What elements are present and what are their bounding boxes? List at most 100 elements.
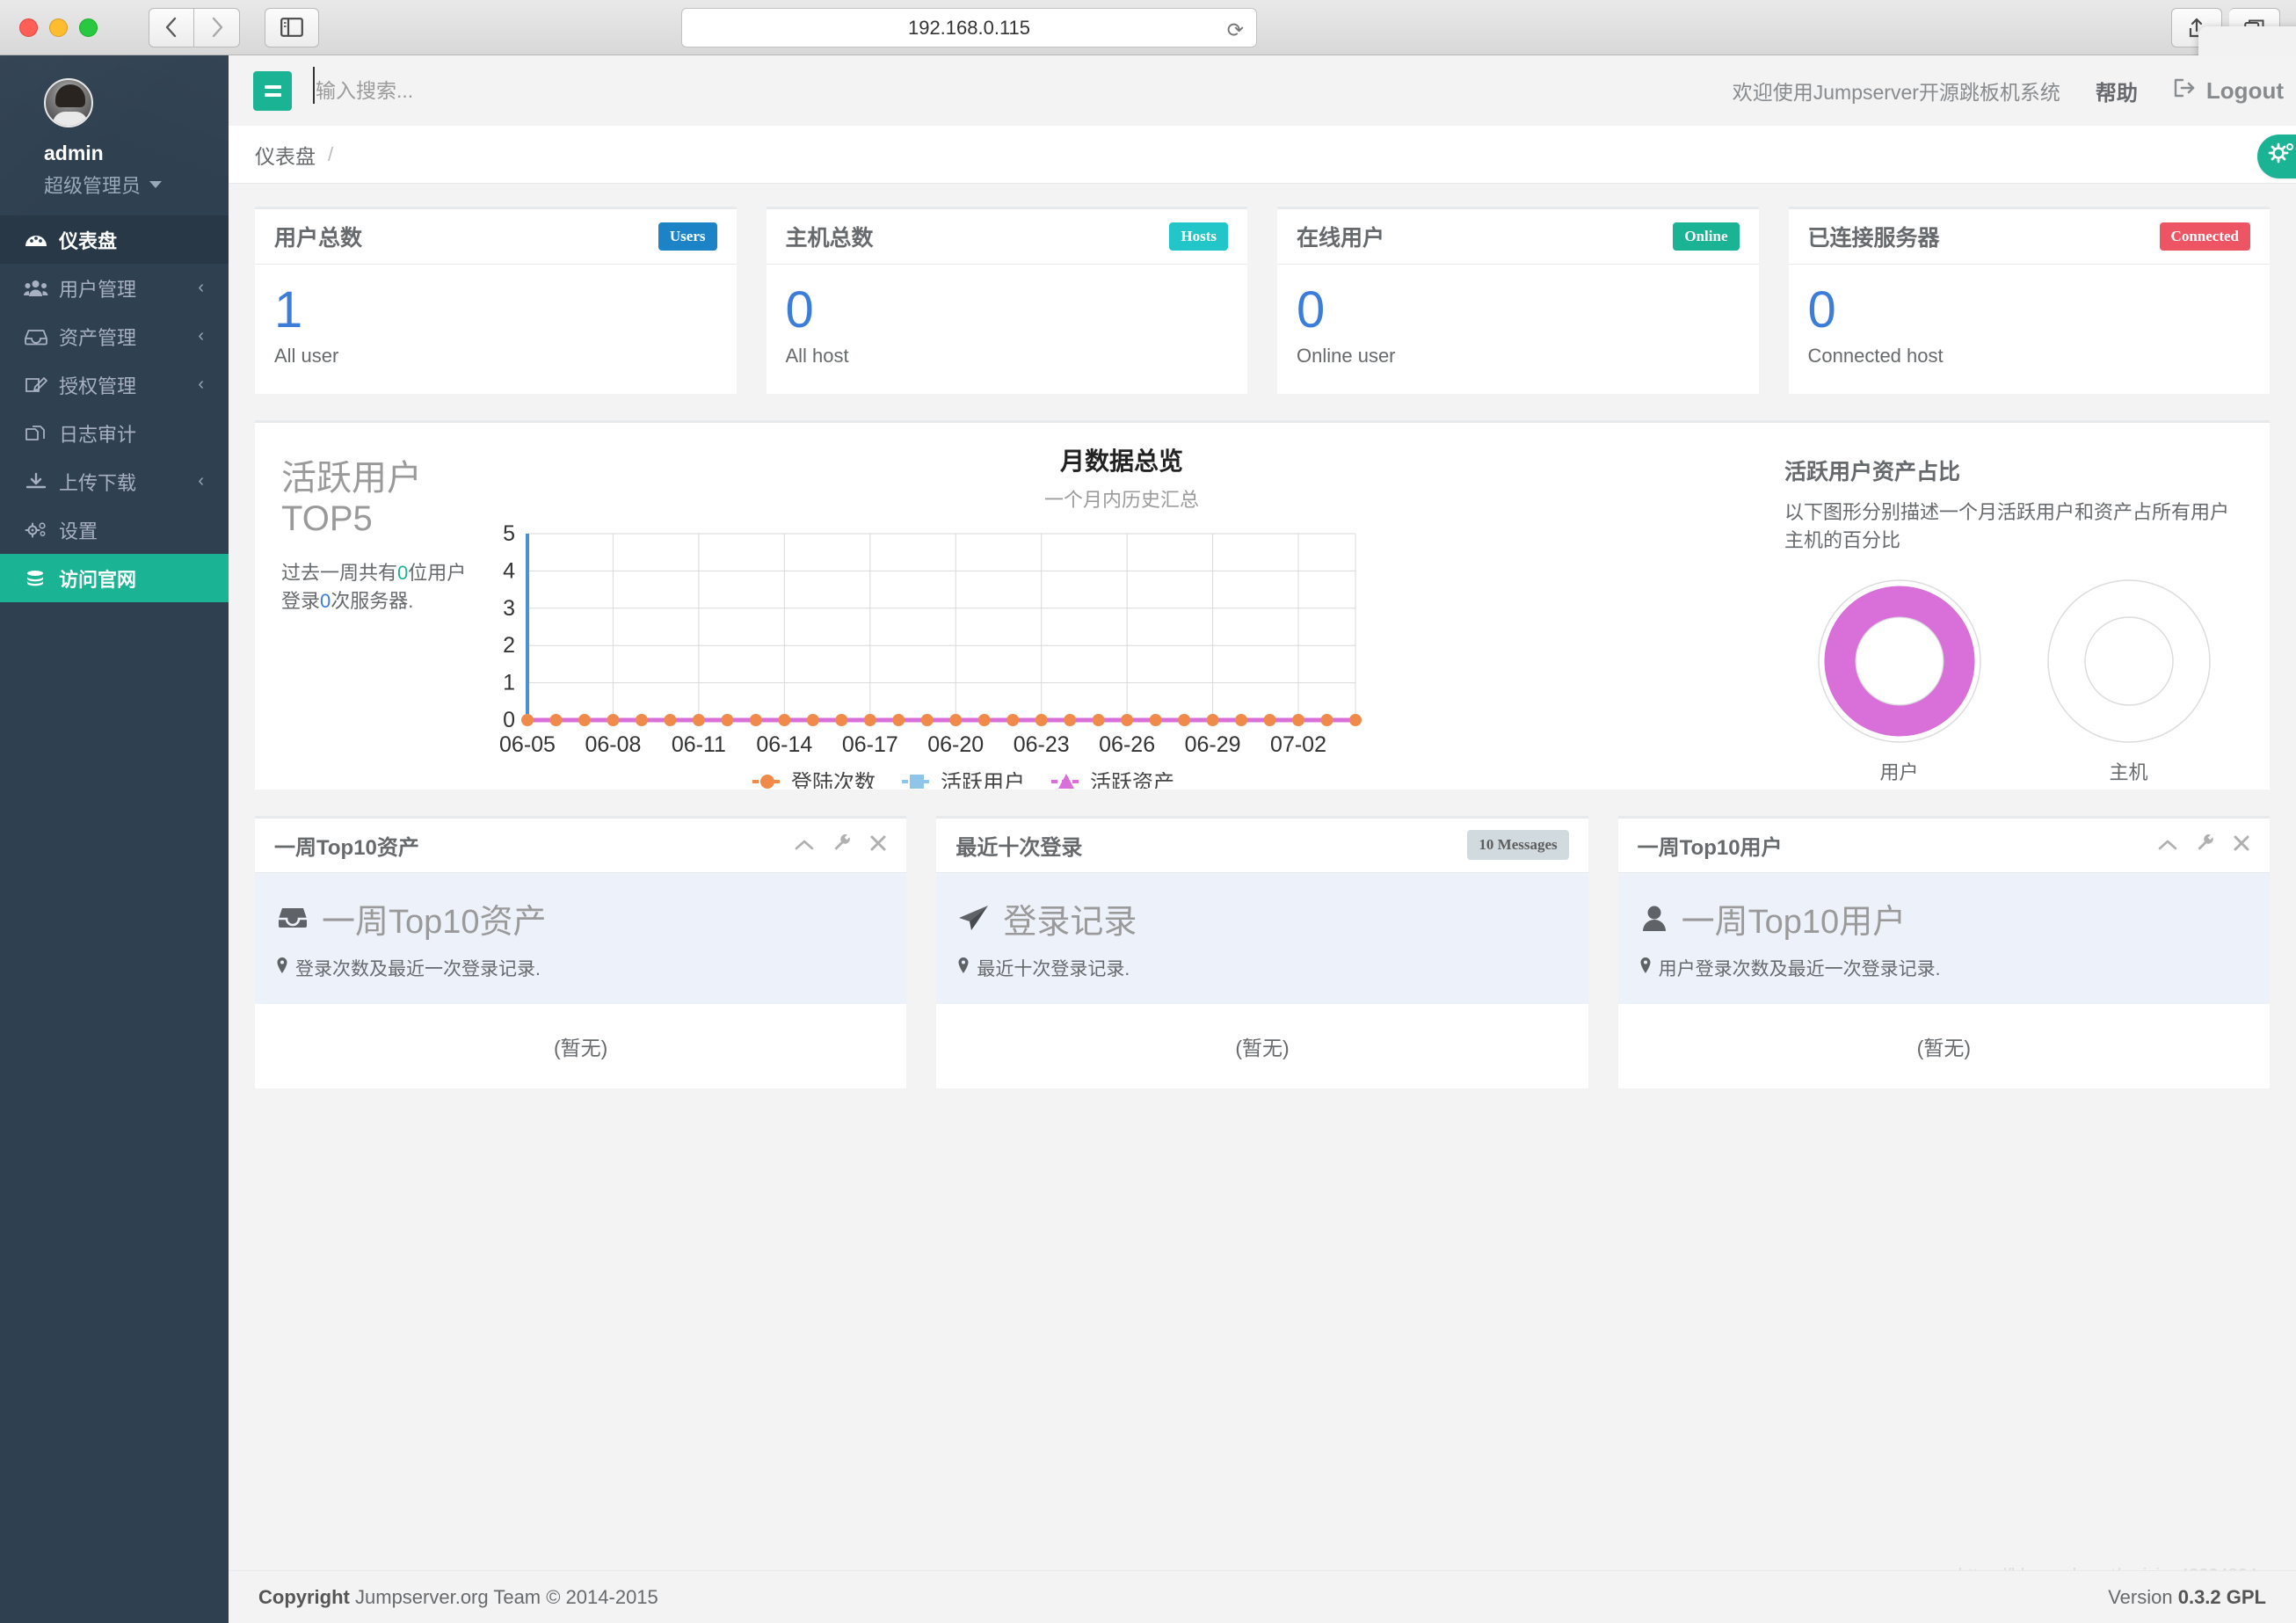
logout-label: Logout: [2205, 76, 2284, 104]
chart-subtitle: 一个月内历史汇总: [1043, 488, 1199, 511]
wrench-icon[interactable]: [2196, 833, 2215, 857]
stat-value: 0: [1297, 281, 1326, 338]
sidebar-profile[interactable]: admin 超级管理员: [0, 55, 229, 215]
footer-version: Version 0.3.2 GPL: [2108, 1586, 2266, 1609]
location-pin-icon: [957, 957, 970, 979]
sidebar-item-label: 设置: [59, 520, 98, 542]
wrench-icon[interactable]: [832, 833, 852, 857]
footer-copyright-rest: Jumpserver.org Team © 2014-2015: [349, 1585, 658, 1608]
stat-card-body: 0 Connected host: [1789, 265, 2271, 394]
stat-title: 已连接服务器: [1807, 226, 1940, 251]
sidebar: admin 超级管理员 仪表盘 用户管理 ‹ 资产管理 ‹ 授权管理 ‹ 日志审…: [0, 55, 229, 1623]
panel-body: (暂无): [1235, 1036, 1290, 1059]
stat-card-online-users: 在线用户 Online 0 Online user: [1277, 207, 1759, 394]
back-button[interactable]: [149, 7, 194, 47]
chevron-up-icon[interactable]: [794, 833, 815, 857]
stat-card-connected-hosts: 已连接服务器 Connected 0 Connected host: [1788, 207, 2271, 394]
browser-chrome: 192.168.0.115 ⟳: [0, 0, 2296, 55]
panel-hero-title: 一周Top10用户: [1681, 903, 1907, 941]
stat-title: 用户总数: [274, 226, 363, 251]
active-users-heading-line2: TOP5: [281, 499, 373, 539]
chart-svg: 0 1 2 3 4 5 06-05 06-08 06-11 06-14 06-17 06-20 06-2…: [499, 521, 1362, 795]
close-window-button[interactable]: [19, 18, 38, 37]
donut-hosts-svg: [2046, 579, 2211, 743]
active-ratio-block: 活跃用户资产占比 以下图形分别描述一个月活跃用户和资产占所有用户主机的百分比 用…: [1769, 423, 2270, 790]
stat-title: 主机总数: [785, 226, 874, 251]
close-icon[interactable]: [2233, 833, 2250, 857]
avatar: [44, 78, 93, 127]
panel-hero-title-row: 登录记录: [957, 894, 1566, 943]
sidebar-item-asset-management[interactable]: 资产管理 ‹: [0, 312, 229, 360]
status-badge: Hosts: [1169, 222, 1228, 251]
sidebar-item-log-audit[interactable]: 日志审计: [0, 409, 229, 457]
sidebar-item-permission-management[interactable]: 授权管理 ‹: [0, 360, 229, 409]
footer-version-label: Version: [2108, 1585, 2178, 1608]
svg-text:06-05: 06-05: [499, 732, 556, 757]
ratio-description: 以下图形分别描述一个月活跃用户和资产占所有用户主机的百分比: [1784, 500, 2230, 551]
breadcrumb-current[interactable]: 仪表盘: [255, 140, 316, 170]
stat-card-header: 用户总数 Users: [255, 209, 737, 265]
panel-title: 最近十次登录: [955, 835, 1083, 860]
svg-text:06-29: 06-29: [1185, 732, 1241, 757]
panel-tools: [2157, 833, 2250, 857]
logout-link[interactable]: Logout: [2173, 77, 2284, 105]
sidebar-item-settings[interactable]: 设置: [0, 506, 229, 554]
menu-toggle-button[interactable]: [253, 70, 292, 111]
chevron-left-icon: ‹: [198, 326, 204, 346]
sidebar-item-visit-website[interactable]: 访问官网: [0, 554, 229, 602]
sidebar-item-upload-download[interactable]: 上传下载 ‹: [0, 457, 229, 506]
forward-button[interactable]: [194, 7, 240, 47]
donut-label: 主机: [2109, 761, 2148, 783]
stat-card-hosts: 主机总数 Hosts 0 All host: [766, 207, 1247, 394]
panel-hero-title-row: 一周Top10用户: [1639, 894, 2249, 943]
database-icon: [24, 569, 54, 588]
sidebar-item-dashboard[interactable]: 仪表盘: [0, 215, 229, 264]
topbar-right: 欢迎使用Jumpserver开源跳板机系统 帮助 Logout: [1733, 55, 2296, 126]
chevron-down-icon: [149, 181, 163, 188]
breadcrumb: 仪表盘 /: [229, 126, 2296, 184]
svg-text:06-20: 06-20: [927, 732, 984, 757]
donut-charts: 用户 主机: [1784, 578, 2243, 785]
panel-body: (暂无): [554, 1036, 608, 1059]
panel-top10-assets: 一周Top10资产 一周Top10资产 登录次数及最近一次登录记录. (暂无): [255, 815, 907, 1088]
chart-plot-area: 0 1 2 3 4 5 06-05 06-08 06-11 06-14 06-17 06-20 06-2…: [475, 521, 1769, 795]
inbox-icon: [276, 905, 309, 931]
topbar: 欢迎使用Jumpserver开源跳板机系统 帮助 Logout: [229, 55, 2296, 126]
reload-icon[interactable]: ⟳: [1227, 18, 1244, 42]
panel-header: 一周Top10用户: [1617, 819, 2270, 873]
svg-text:06-17: 06-17: [842, 732, 898, 757]
sidebar-toggle-icon[interactable]: [265, 7, 319, 47]
settings-fab-button[interactable]: [2257, 135, 2296, 178]
maximize-window-button[interactable]: [79, 18, 98, 37]
search-wrapper: [313, 66, 685, 104]
profile-role[interactable]: 超级管理员: [44, 171, 229, 199]
sidebar-item-user-management[interactable]: 用户管理 ‹: [0, 264, 229, 312]
help-link[interactable]: 帮助: [2096, 76, 2138, 106]
panel-body: (暂无): [1916, 1036, 1971, 1059]
chevron-left-icon: ‹: [198, 375, 204, 394]
line-chart: 月数据总览 一个月内历史汇总 0 1 2 3 4 5 06-05 06-08 06-11 06-1…: [475, 423, 1769, 795]
desc-user-count: 0: [397, 561, 409, 584]
search-input[interactable]: [316, 78, 685, 103]
sidebar-item-label: 资产管理: [59, 326, 137, 349]
stat-label: All host: [785, 344, 849, 367]
svg-text:登陆次数: 登陆次数: [791, 771, 876, 789]
text-cursor: [313, 66, 315, 104]
stat-card-header: 在线用户 Online: [1277, 209, 1759, 265]
address-bar[interactable]: 192.168.0.115 ⟳: [681, 8, 1257, 47]
download-icon: [24, 472, 54, 491]
chevron-up-icon[interactable]: [2157, 833, 2178, 857]
svg-text:07-02: 07-02: [1270, 732, 1326, 757]
welcome-text: 欢迎使用Jumpserver开源跳板机系统: [1732, 81, 2060, 104]
users-icon: [24, 279, 54, 298]
url-text: 192.168.0.115: [907, 16, 1031, 39]
panel-hero: 登录记录 最近十次登录记录.: [936, 872, 1588, 1004]
ratio-title: 活跃用户资产占比: [1784, 459, 1961, 484]
panel-hero-sub-row: 登录次数及最近一次登录记录.: [276, 955, 885, 981]
monthly-overview-panel: 活跃用户 TOP5 过去一周共有0位用户登录0次服务器. 月数据总览 一个月内历…: [255, 419, 2270, 795]
minimize-window-button[interactable]: [49, 18, 68, 37]
footer: Copyright Jumpserver.org Team © 2014-201…: [229, 1570, 2296, 1623]
panel-tools: [794, 833, 887, 857]
sidebar-item-label: 上传下载: [59, 471, 137, 494]
close-icon[interactable]: [869, 833, 887, 857]
